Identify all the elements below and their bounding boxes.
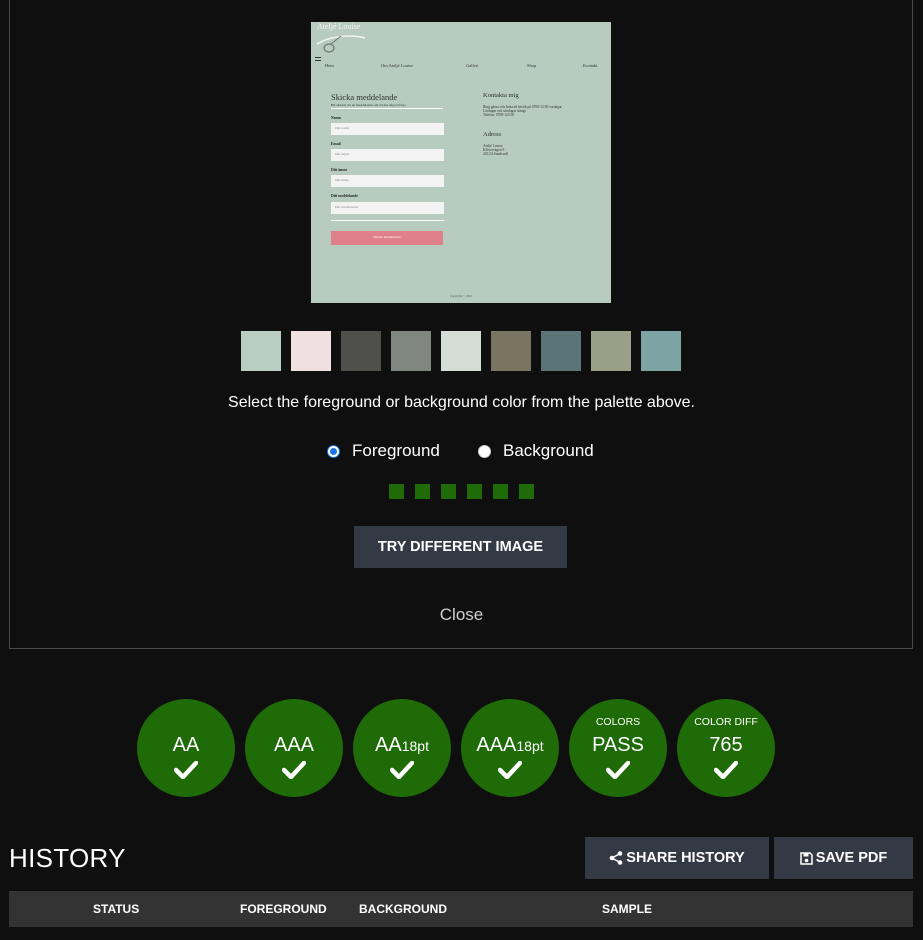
result-badge: COLOR DIFF 765 <box>677 699 775 797</box>
column-header-foreground: FOREGROUND <box>240 902 327 916</box>
scissors-logo-icon <box>316 35 366 53</box>
preview-nav-item: Om Ateljé Louise <box>381 63 413 68</box>
result-badge-caption: COLOR DIFF <box>694 716 758 728</box>
history-table-header: STATUS FOREGROUND BACKGROUND SAMPLE <box>9 891 913 927</box>
result-badge-value: AAA <box>273 734 315 756</box>
background-radio-button[interactable] <box>478 444 491 458</box>
try-different-image-button[interactable]: TRY DIFFERENT IMAGE <box>354 526 567 568</box>
preview-input: Ditt meddelande <box>331 202 444 214</box>
preview-field-label: Namn <box>331 116 341 120</box>
save-pdf-button[interactable]: SAVE PDF <box>774 837 913 879</box>
preview-field-label: Ditt meddelande <box>331 194 358 198</box>
result-badge-value: 765 <box>709 734 743 756</box>
column-header-status: STATUS <box>93 902 140 916</box>
palette-instructions: Select the foreground or background colo… <box>228 394 695 411</box>
palette-swatch[interactable] <box>641 331 681 371</box>
preview-field-label: Ditt ämne <box>331 168 348 172</box>
result-badge: AA <box>137 699 235 797</box>
preview-form-subtitle: Hit skickar du ett meddelande om du har … <box>331 103 406 107</box>
share-history-label: SHARE HISTORY <box>626 850 745 866</box>
preview-input: Din email <box>331 149 444 161</box>
palette-swatch[interactable] <box>491 331 531 371</box>
preview-contact-title: Kontakta mig <box>483 92 519 99</box>
selected-color-slot <box>415 484 430 499</box>
column-header-background: BACKGROUND <box>359 902 447 916</box>
foreground-radio-label: Foreground <box>352 441 440 460</box>
palette-swatch[interactable] <box>391 331 431 371</box>
preview-divider <box>331 220 444 221</box>
result-badge: COLORS PASS <box>569 699 667 797</box>
preview-field-label: Email <box>331 142 341 146</box>
history-title: HISTORY <box>9 843 126 873</box>
save-pdf-label: SAVE PDF <box>815 850 888 866</box>
preview-contact-text: Ring gärna och boka ett besök på 0708-12… <box>483 105 562 117</box>
checkmark-icon <box>282 761 306 779</box>
checkmark-icon <box>606 761 630 779</box>
checkmark-icon <box>498 761 522 779</box>
palette-swatch[interactable] <box>341 331 381 371</box>
selected-color-slot <box>467 484 482 499</box>
background-radio-label: Background <box>503 441 594 460</box>
preview-nav-item: Galleri <box>466 63 479 68</box>
preview-nav: Hem Om Ateljé Louise Galleri Shop Kontak… <box>311 63 611 71</box>
preview-divider <box>331 108 443 109</box>
preview-menu-icon <box>315 57 321 61</box>
selected-color-slot <box>519 484 534 499</box>
preview-nav-item: Kontakt <box>583 63 598 68</box>
share-history-button[interactable]: SHARE HISTORY <box>585 837 769 879</box>
uploaded-image-preview[interactable]: Ateljé Louise Hem Om Ateljé Louise Galle… <box>311 22 611 303</box>
preview-nav-item: Hem <box>325 63 334 68</box>
share-icon <box>609 851 623 865</box>
preview-input: Ditt ämne <box>331 175 444 187</box>
preview-nav-item: Shop <box>527 63 537 68</box>
preview-address-title: Adress <box>483 131 502 138</box>
palette-swatch[interactable] <box>291 331 331 371</box>
selected-color-slot <box>441 484 456 499</box>
preview-input: Ditt namn <box>331 123 444 135</box>
save-icon <box>800 851 813 865</box>
result-badge-value: PASS <box>592 734 644 756</box>
preview-copyright: Copyright © 2022 <box>450 294 472 298</box>
result-badge-caption: COLORS <box>595 716 641 728</box>
selected-color-slot <box>493 484 508 499</box>
checkmark-icon <box>174 761 198 779</box>
column-header-sample: SAMPLE <box>602 902 653 916</box>
preview-form-title: Skicka meddelande <box>331 92 398 102</box>
preview-address-text: Ateljé Louise Klövervägen 9 433 34 Sunds… <box>483 144 508 156</box>
result-badge: AA18pt <box>353 699 451 797</box>
background-radio[interactable]: Background <box>478 441 594 461</box>
palette-swatch[interactable] <box>541 331 581 371</box>
checkmark-icon <box>714 761 738 779</box>
foreground-radio-button[interactable] <box>327 444 340 458</box>
result-badge: AAA <box>245 699 343 797</box>
close-link[interactable]: Close <box>0 605 923 625</box>
palette-swatch[interactable] <box>441 331 481 371</box>
result-badge-value: AA18pt <box>375 734 429 756</box>
selected-color-slot <box>389 484 404 499</box>
result-badge-value: AAA18pt <box>476 734 544 756</box>
preview-submit-button: Skicka meddelande <box>331 231 443 245</box>
palette-swatch[interactable] <box>591 331 631 371</box>
result-badge-value: AA <box>172 734 200 756</box>
palette-swatch[interactable] <box>241 331 281 371</box>
checkmark-icon <box>390 761 414 779</box>
result-badge: AAA18pt <box>461 699 559 797</box>
foreground-radio[interactable]: Foreground <box>327 441 440 461</box>
